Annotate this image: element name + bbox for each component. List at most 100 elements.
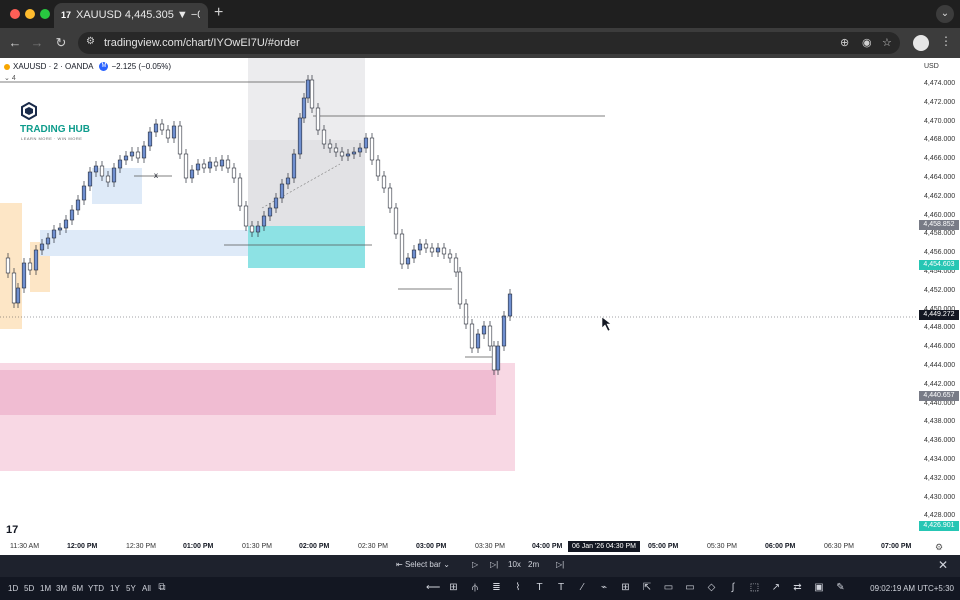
comment-icon[interactable]: ▭	[663, 582, 675, 594]
candle-body	[405, 257, 411, 265]
chart-canvas[interactable]	[0, 58, 960, 555]
close-replay-icon[interactable]: ✕	[938, 558, 948, 572]
time-axis[interactable]: 11:30 AM 12:00 PM 12:30 PM 01:00 PM 01:30 PM…	[0, 540, 960, 555]
brush-icon[interactable]: ⌇	[512, 582, 524, 594]
eye-icon[interactable]: ◉	[862, 36, 872, 49]
arrow-marker-icon[interactable]: ↗	[770, 582, 782, 594]
timeframe-5y-button[interactable]: 5Y	[126, 584, 136, 593]
chart-pane[interactable]: x XAUUSD · 2 · OANDA M −2.125 (−0.05%) ⌄ 4…	[0, 58, 960, 555]
timeframe-all-button[interactable]: All	[142, 584, 151, 593]
hexagon-logo-icon	[21, 102, 37, 120]
pitchfork-icon[interactable]: ⫛	[469, 582, 481, 594]
ellipse-icon[interactable]: ◇	[706, 582, 718, 594]
maximize-window-button[interactable]	[40, 9, 50, 19]
candle-body	[399, 233, 405, 265]
image-icon[interactable]: ▣	[813, 582, 825, 594]
text-tool-icon[interactable]: T	[534, 582, 546, 594]
path-icon[interactable]: ⌁	[598, 582, 610, 594]
profile-avatar[interactable]	[913, 35, 929, 51]
candle-body	[273, 197, 279, 209]
candle-body	[393, 207, 399, 235]
timeframe-1m-button[interactable]: 1M	[40, 584, 51, 593]
play-icon[interactable]: ▷	[472, 560, 478, 569]
measure-icon[interactable]: ⇄	[792, 582, 804, 594]
candle-body	[321, 129, 327, 145]
time-label: 01:00 PM	[183, 543, 214, 550]
candle-body	[195, 163, 201, 171]
axis-settings-icon[interactable]: ⚙	[935, 542, 943, 553]
candle-body	[453, 257, 459, 273]
candle-body	[153, 123, 159, 133]
time-label: 03:00 PM	[416, 543, 447, 550]
candle-body	[327, 143, 333, 149]
minimize-window-button[interactable]	[25, 9, 35, 19]
gray-range-inner	[248, 140, 365, 226]
symbol-legend[interactable]: XAUUSD · 2 · OANDA M −2.125 (−0.05%)	[4, 62, 171, 72]
frame-icon[interactable]: ⬚	[749, 582, 761, 594]
zoom-icon[interactable]: ⊕	[840, 36, 849, 49]
new-tab-button[interactable]: +	[214, 5, 223, 21]
candle-body	[291, 153, 297, 179]
price-label: 4,466.000	[924, 155, 956, 163]
browser-menu-icon[interactable]: ⋮	[940, 34, 952, 48]
interval-button[interactable]: 2m	[528, 560, 539, 569]
address-bar[interactable]: ⚙ tradingview.com/chart/IYOwEI7U/#order …	[78, 32, 900, 54]
url-text: tradingview.com/chart/IYOwEI7U/#order	[104, 37, 300, 49]
clock[interactable]: 09:02:19 AM UTC+5:30	[870, 584, 954, 593]
currency-label[interactable]: USD	[924, 63, 939, 70]
pencil-icon[interactable]: ✎	[835, 582, 847, 594]
candle-body	[69, 209, 75, 221]
bookmark-star-icon[interactable]: ☆	[882, 36, 892, 49]
price-label: 4,444.000	[924, 362, 956, 369]
blue-zone-small	[92, 168, 142, 204]
select-bar-button[interactable]: ⇤ Select bar ⌄	[396, 560, 450, 569]
rectangle-icon[interactable]: ▭	[684, 582, 696, 594]
replay-toolbar: ⇤ Select bar ⌄ ▷ ▷| 10x 2m ▷| ✕	[0, 555, 960, 577]
line-tool-icon[interactable]: ⟵	[426, 582, 440, 594]
tab-search-button[interactable]: ⌄	[936, 5, 954, 23]
candle-body	[381, 175, 387, 189]
table-icon[interactable]: ⊞	[620, 582, 632, 594]
price-label: 4,436.000	[924, 437, 956, 445]
site-info-icon[interactable]: ⚙	[86, 36, 95, 47]
candle-body	[5, 257, 11, 274]
fib-icon[interactable]: ≣	[491, 582, 503, 594]
candle-body	[491, 345, 497, 371]
back-arrow-icon[interactable]: ←	[6, 34, 24, 52]
candle-body	[279, 183, 285, 199]
timeframe-1y-button[interactable]: 1Y	[110, 584, 120, 593]
mouse-cursor-icon	[601, 316, 612, 332]
browser-tab[interactable]: 17 XAUUSD 4,445.305 ▼ −0.25	[54, 3, 208, 28]
forward-arrow-icon[interactable]: →	[28, 34, 46, 52]
step-forward-icon[interactable]: ▷|	[490, 560, 498, 569]
close-window-button[interactable]	[10, 9, 20, 19]
candle-body	[435, 247, 441, 253]
candle-body	[305, 79, 311, 99]
date-range-icon[interactable]: ⧉	[156, 582, 168, 594]
candle-body	[21, 262, 27, 289]
text-alt-icon[interactable]: T	[555, 582, 567, 594]
price-tag: 4,449.272	[919, 310, 959, 321]
jump-to-realtime-icon[interactable]: ▷|	[556, 560, 564, 569]
time-label: 12:00 PM	[67, 543, 98, 550]
studies-toggle[interactable]: ⌄ 4	[4, 74, 16, 82]
timeframe-1d-button[interactable]: 1D	[8, 584, 18, 593]
price-label: 4,462.000	[924, 192, 956, 200]
candle-body	[183, 153, 189, 179]
tradingview-logo-icon[interactable]: 17	[6, 524, 18, 536]
price-label: 4,442.000	[924, 380, 956, 388]
timeframe-ytd-button[interactable]: YTD	[88, 584, 104, 593]
candle-body	[297, 117, 303, 155]
price-tag: 4,454.603	[919, 260, 959, 271]
candle-body	[27, 262, 33, 271]
cursor-tool-icon[interactable]: ⇱	[641, 582, 653, 594]
timeframe-6m-button[interactable]: 6M	[72, 584, 83, 593]
timeframe-3m-button[interactable]: 3M	[56, 584, 67, 593]
grid-tool-icon[interactable]: ⊞	[448, 582, 460, 594]
timeframe-5d-button[interactable]: 5D	[24, 584, 34, 593]
curve-icon[interactable]: ∫	[727, 582, 739, 594]
speed-button[interactable]: 10x	[508, 560, 521, 569]
ray-icon[interactable]: ⁄	[577, 582, 589, 594]
reload-icon[interactable]: ↻	[52, 34, 70, 52]
candle-body	[475, 333, 481, 349]
